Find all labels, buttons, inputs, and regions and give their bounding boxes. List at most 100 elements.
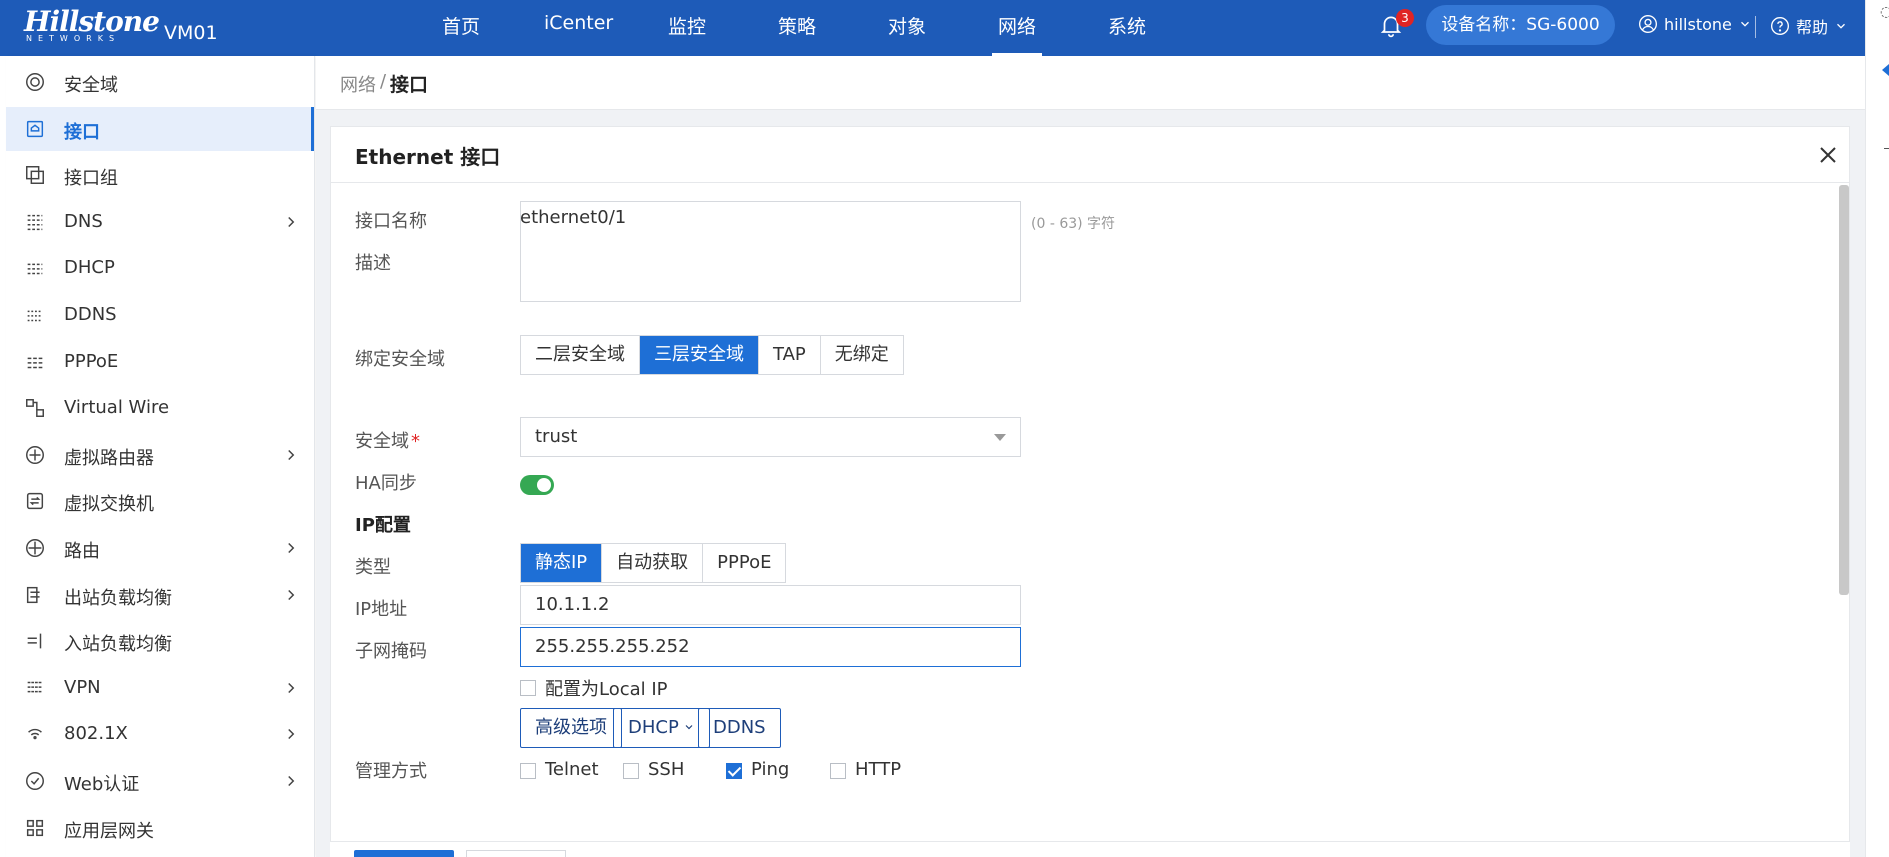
- ssh-label[interactable]: SSH: [648, 759, 684, 780]
- sidebar-item[interactable]: DNS: [6, 200, 314, 244]
- ip-type-segmented: 静态IP 自动获取 PPPoE: [520, 543, 787, 583]
- telnet-checkbox[interactable]: [520, 763, 536, 779]
- sidebar-item[interactable]: 路由: [6, 526, 314, 570]
- sidebar-item[interactable]: 接口组: [6, 153, 314, 197]
- ip-type-dhcp-auto[interactable]: 自动获取: [602, 544, 704, 582]
- nav-network[interactable]: 网络: [991, 12, 1043, 56]
- dhcp-button-label: DHCP: [628, 717, 679, 738]
- subnet-mask-label: 子网掩码: [355, 641, 427, 662]
- local-ip-label[interactable]: 配置为Local IP: [545, 675, 668, 701]
- ip-address-input[interactable]: 10.1.1.2: [520, 585, 1021, 625]
- ddns-icon: [27, 310, 43, 322]
- user-menu[interactable]: hillstone: [1638, 14, 1752, 34]
- confirm-button[interactable]: [354, 850, 454, 857]
- sidebar-item[interactable]: Web认证: [6, 759, 314, 803]
- collapse-arrow-icon[interactable]: [1882, 64, 1889, 76]
- breadcrumb-separator: /: [380, 71, 387, 92]
- sidebar-item[interactable]: DDNS: [6, 293, 314, 337]
- vpn-icon: [27, 681, 43, 693]
- subnet-mask-input[interactable]: 255.255.255.252: [520, 627, 1021, 667]
- ha-sync-toggle[interactable]: [520, 475, 554, 495]
- sidebar-item[interactable]: PPPoE: [6, 340, 314, 384]
- sidebar-item[interactable]: 应用层网关: [6, 806, 314, 850]
- chevron-right-icon: [288, 449, 295, 460]
- ip-address-value: 10.1.1.2: [535, 594, 610, 615]
- main-content: 网络 / 接口 Ethernet 接口 接口名称 ethernet0/1 描述 …: [316, 56, 1865, 857]
- sidebar-item[interactable]: 安全域: [6, 60, 314, 104]
- nav-home[interactable]: 首页: [442, 12, 480, 39]
- advanced-options-button[interactable]: 高级选项: [520, 708, 622, 748]
- sidebar-item-label: 802.1X: [64, 723, 128, 745]
- sidebar-item-label: PPPoE: [64, 350, 119, 372]
- search-icon[interactable]: ◌: [1880, 4, 1889, 20]
- hillstone-logo[interactable]: Hillstone NETWORKS: [24, 5, 160, 51]
- breadcrumb: 网络 / 接口: [316, 56, 1865, 110]
- description-textarea[interactable]: [520, 201, 1021, 302]
- local-ip-checkbox[interactable]: [520, 680, 536, 696]
- description-label: 描述: [355, 253, 391, 274]
- ping-checkbox[interactable]: [726, 763, 742, 779]
- chevron-right-icon: [288, 542, 295, 554]
- chevron-down-icon: [1837, 23, 1845, 29]
- nav-icenter[interactable]: iCenter: [544, 12, 613, 34]
- sidebar-item[interactable]: 出站负载均衡: [6, 573, 314, 617]
- ddns-button[interactable]: DDNS: [698, 708, 781, 748]
- device-name-pill: 设备名称：SG-6000: [1426, 5, 1615, 45]
- subnet-mask-value: 255.255.255.252: [535, 636, 690, 657]
- sidebar-item-label: 安全域: [64, 75, 118, 96]
- right-panel-edge: ◌: [1865, 0, 1889, 857]
- ip-address-label: IP地址: [355, 599, 408, 620]
- sidebar-item[interactable]: VPN: [6, 666, 314, 710]
- dhcp-dropdown-button[interactable]: DHCP: [613, 708, 710, 748]
- inbound-lb-icon: [27, 633, 42, 649]
- sidebar-item-label: 虚拟路由器: [64, 447, 154, 469]
- bind-zone-tap[interactable]: TAP: [759, 336, 821, 374]
- sidebar-item[interactable]: DHCP: [6, 246, 314, 290]
- nav-object[interactable]: 对象: [888, 12, 926, 39]
- divider: [1755, 16, 1756, 38]
- virtual-router-icon: [26, 445, 44, 464]
- sidebar-item[interactable]: 接口: [6, 106, 314, 151]
- sidebar-item-label: 应用层网关: [64, 820, 154, 842]
- sidebar-item[interactable]: 入站负载均衡: [6, 619, 314, 663]
- dialog-scrollbar[interactable]: [1839, 185, 1849, 595]
- bind-zone-none[interactable]: 无绑定: [821, 336, 903, 374]
- interface-name-label: 接口名称: [355, 211, 427, 232]
- nav-monitor[interactable]: 监控: [668, 12, 706, 39]
- sidebar-item[interactable]: 虚拟路由器: [6, 433, 314, 477]
- nav-system[interactable]: 系统: [1108, 12, 1146, 39]
- sidebar-item[interactable]: Virtual Wire: [6, 386, 314, 430]
- sidebar-item[interactable]: 全局网络参数: [6, 852, 314, 857]
- ssh-checkbox[interactable]: [623, 763, 639, 779]
- close-icon[interactable]: [1816, 143, 1840, 167]
- bind-zone-segmented: 二层安全域 三层安全域 TAP 无绑定: [520, 335, 904, 375]
- breadcrumb-current: 接口: [390, 74, 429, 96]
- bind-zone-l3[interactable]: 三层安全域: [640, 336, 759, 374]
- web-auth-icon: [26, 772, 44, 790]
- dialog-title: Ethernet 接口: [355, 145, 501, 169]
- chevron-down-icon: [1740, 21, 1749, 27]
- breadcrumb-parent[interactable]: 网络: [340, 71, 376, 97]
- route-icon: [26, 539, 44, 557]
- http-label[interactable]: HTTP: [855, 759, 901, 780]
- ethernet-interface-dialog: Ethernet 接口 接口名称 ethernet0/1 描述 (0 - 63)…: [330, 126, 1850, 857]
- ip-type-pppoe[interactable]: PPPoE: [703, 544, 785, 582]
- nav-policy[interactable]: 策略: [778, 12, 816, 39]
- telnet-label[interactable]: Telnet: [545, 759, 599, 780]
- bind-zone-l2[interactable]: 二层安全域: [521, 336, 640, 374]
- ha-sync-label: HA同步: [355, 473, 417, 494]
- ip-type-static[interactable]: 静态IP: [521, 544, 603, 582]
- sidebar-item[interactable]: 802.1X: [6, 712, 314, 756]
- zone-select-value: trust: [535, 426, 578, 447]
- zone-select[interactable]: trust: [520, 417, 1021, 457]
- interface-icon: [26, 120, 44, 137]
- cancel-button[interactable]: [466, 850, 566, 857]
- user-name: hillstone: [1664, 14, 1732, 34]
- help-menu[interactable]: 帮助: [1770, 14, 1848, 38]
- dialog-divider: [331, 182, 1849, 183]
- zone-label: 安全域 *: [355, 427, 420, 453]
- ping-label[interactable]: Ping: [751, 759, 789, 780]
- sidebar-item[interactable]: 虚拟交换机: [6, 479, 314, 523]
- sidebar-item-label: DDNS: [64, 304, 117, 325]
- http-checkbox[interactable]: [830, 763, 846, 779]
